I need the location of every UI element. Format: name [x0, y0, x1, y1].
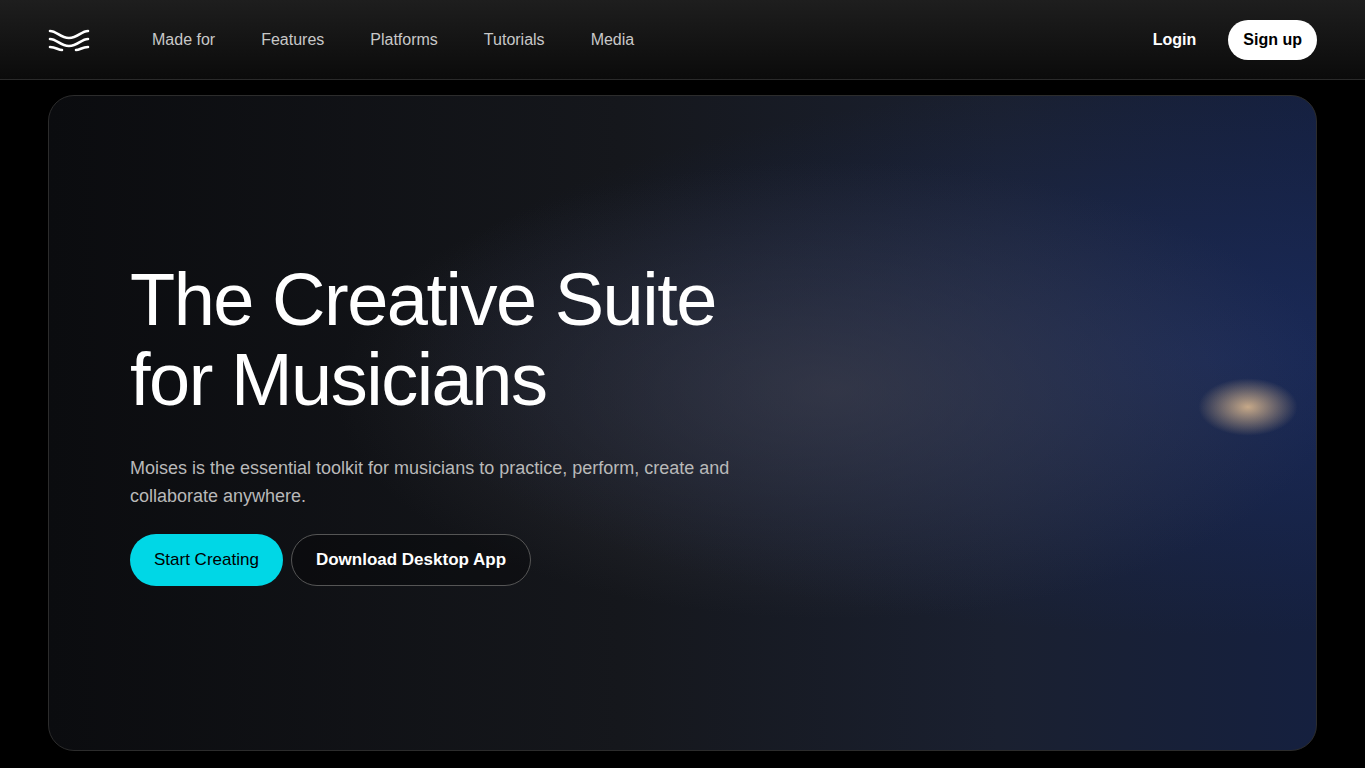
- download-button[interactable]: Download Desktop App: [291, 534, 531, 586]
- nav-link[interactable]: Media: [591, 28, 635, 52]
- nav-link[interactable]: Features: [261, 28, 324, 52]
- hero-buttons: Start Creating Download Desktop App: [130, 534, 820, 586]
- logo[interactable]: [48, 28, 90, 52]
- nav-link[interactable]: Tutorials: [484, 28, 545, 52]
- login-link[interactable]: Login: [1153, 28, 1197, 52]
- signup-button[interactable]: Sign up: [1228, 20, 1317, 60]
- hero-banner: The Creative Suitefor Musicians Moises is…: [48, 95, 1317, 751]
- hero-title: The Creative Suitefor Musicians: [130, 260, 820, 420]
- moises-logo-icon: [48, 28, 90, 52]
- top-nav: Made for Features Platforms Tutorials Media L…: [0, 0, 1365, 80]
- button-label: Download Desktop App: [316, 550, 506, 569]
- start-creating-button[interactable]: Start Creating: [130, 534, 283, 586]
- nav-link[interactable]: Platforms: [370, 28, 438, 52]
- nav-actions: Login Sign up: [1153, 20, 1317, 60]
- hero-photo: [1198, 378, 1298, 436]
- nav-links: Made for Features Platforms Tutorials Media: [152, 28, 634, 52]
- hero-title-line: for Musicians: [130, 340, 820, 420]
- hero-wrapper: The Creative Suitefor Musicians Moises is…: [0, 80, 1365, 751]
- hero-copy: The Creative Suitefor Musicians Moises is…: [130, 260, 820, 586]
- button-label: Start Creating: [154, 550, 259, 569]
- hero-subtitle: Moises is the essential toolkit for musi…: [130, 454, 820, 510]
- hero-title-line: The Creative Suite: [130, 260, 820, 340]
- nav-link[interactable]: Made for: [152, 28, 215, 52]
